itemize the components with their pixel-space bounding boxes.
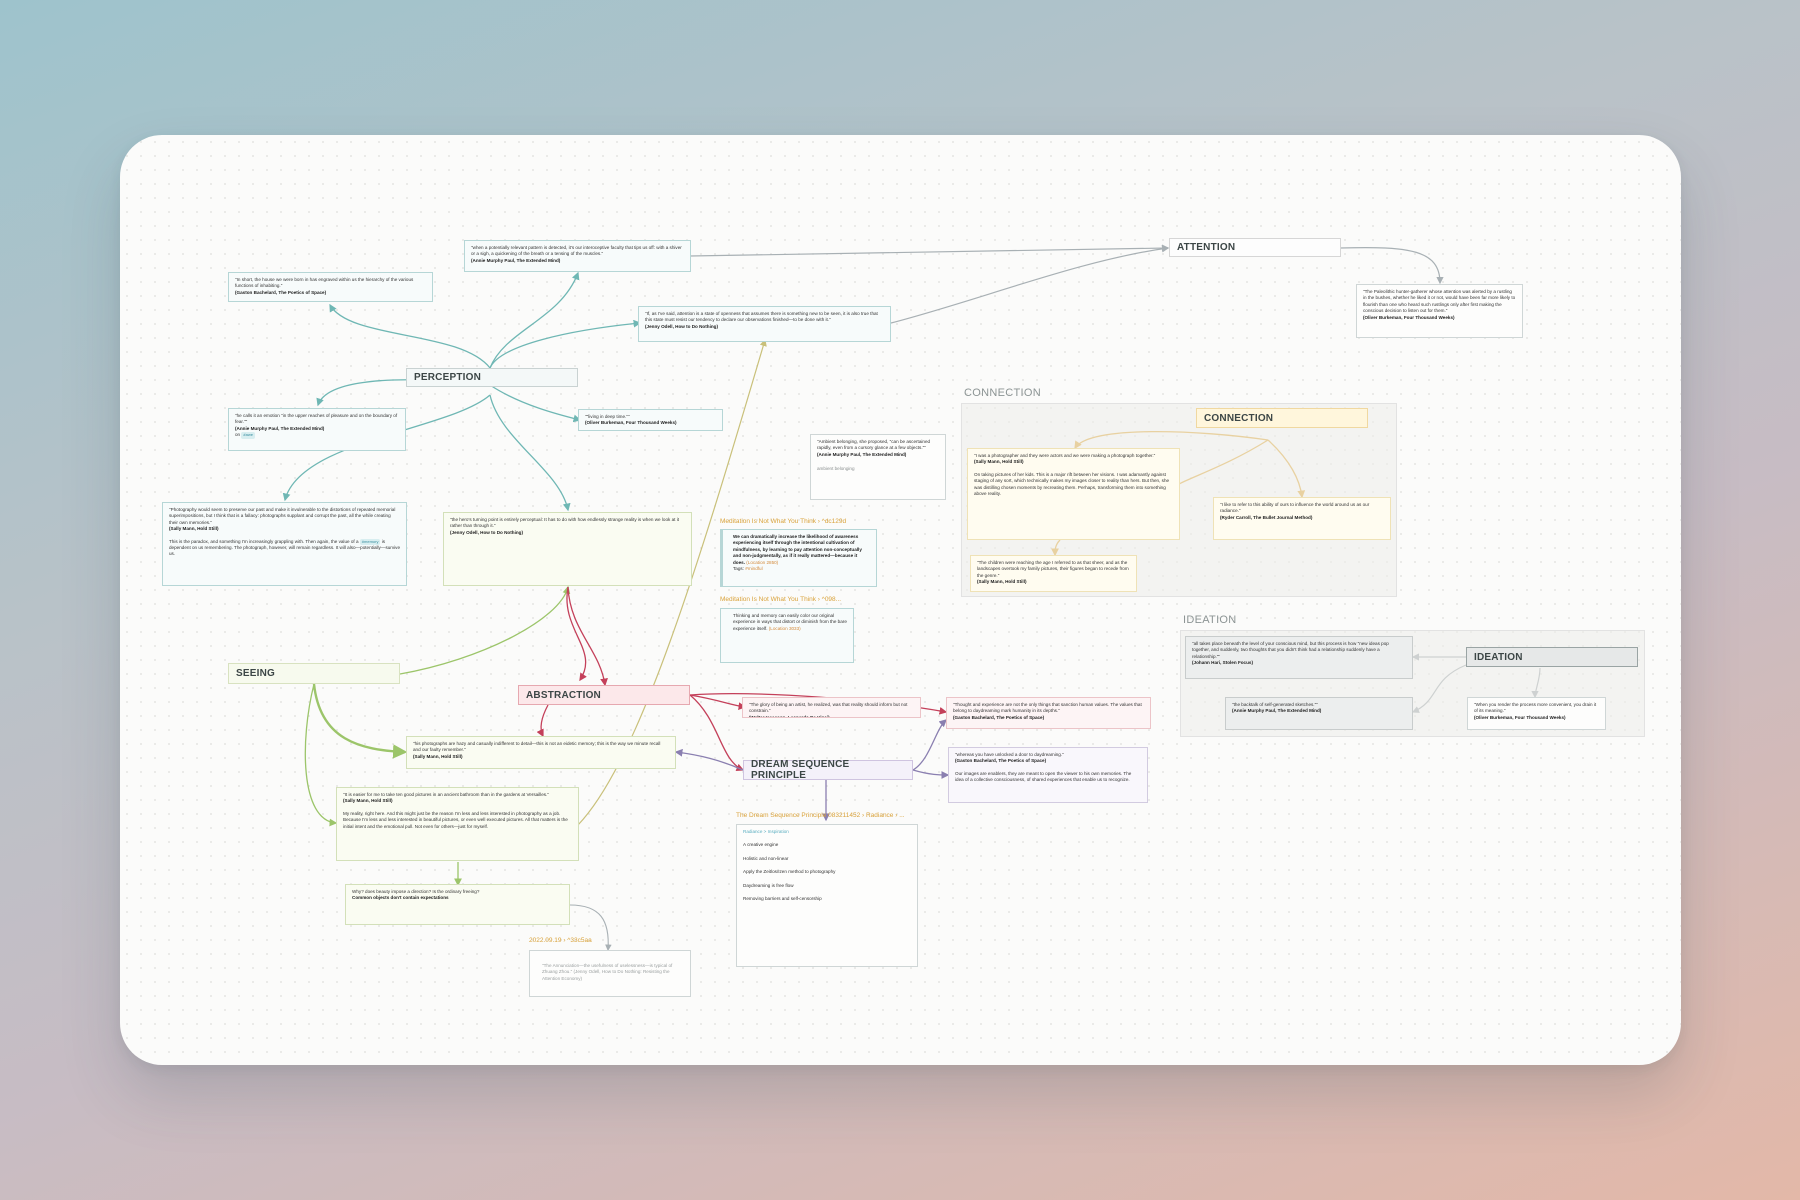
file-label-dream-sequence[interactable]: The Dream Sequence Principle 083211452 ›… (736, 812, 905, 819)
note-ambient-belonging[interactable]: "Ambient belonging, she proposed, "can b… (810, 434, 946, 500)
note-easier-pictures[interactable]: "It is easier for me to take ten good pi… (336, 787, 579, 861)
header-seeing[interactable]: SEEING (228, 663, 400, 684)
note-deep-time[interactable]: ""living in deep time."" (Oliver Burkema… (578, 409, 723, 431)
list-item: Removing barriers and self-censorship (743, 896, 822, 902)
note-meditation-thinking[interactable]: Thinking and memory can easily color our… (720, 608, 854, 663)
list-item: Apply the Zeitlos/Izen method to photogr… (743, 869, 836, 875)
header-connection[interactable]: CONNECTION (1196, 408, 1368, 428)
list-item: Daydreaming is free flow (743, 882, 794, 888)
note-photography-preserve[interactable]: "Photography would seem to preserve our … (162, 502, 407, 586)
file-label-meditation-2[interactable]: Meditation Is Not What You Think › ^098.… (720, 596, 841, 603)
note-render-process[interactable]: "When you render the process more conven… (1467, 697, 1606, 730)
group-label-connection: CONNECTION (964, 387, 1041, 399)
note-paleolithic[interactable]: "The Paleolithic hunter-gatherer whose a… (1356, 284, 1523, 338)
note-bachelard-house[interactable]: "In short, the house we were born in has… (228, 272, 433, 302)
note-odell-openness[interactable]: "If, as I've said, attention is a state … (638, 306, 891, 342)
header-attention[interactable]: ATTENTION (1169, 238, 1341, 257)
note-meditation-dramatically[interactable]: We can dramatically increase the likelih… (720, 529, 877, 587)
note-radiance-influence[interactable]: "I like to refer to this ability of ours… (1213, 497, 1391, 540)
file-label-meditation-1[interactable]: Meditation Is Not What You Think › ^dc12… (720, 518, 846, 525)
header-ideation[interactable]: IDEATION (1466, 647, 1638, 667)
note-thought-experience[interactable]: "Thought and experience are not the only… (946, 697, 1151, 729)
group-label-ideation: IDEATION (1183, 614, 1237, 626)
tag-awe[interactable]: #awe (241, 432, 255, 439)
file-label-date-note[interactable]: 2022.09.19 › ^33c5aa (529, 937, 592, 944)
note-photographer-actors[interactable]: "I was a photographer and they were acto… (967, 448, 1180, 540)
header-abstraction[interactable]: ABSTRACTION (518, 685, 690, 705)
note-hero-turning-point[interactable]: "the hero's turning point is entirely pe… (443, 512, 692, 586)
note-backtalk-sketches[interactable]: "the backtalk of self-generated sketches… (1225, 697, 1413, 730)
note-beauty-direction[interactable]: Why? does beauty impose a direction? Is … (345, 884, 570, 925)
note-glory-artist[interactable]: "The glory of being an artist, he realiz… (742, 697, 921, 718)
header-perception[interactable]: PERCEPTION (406, 368, 578, 387)
note-whereas-daydreaming[interactable]: "whereas you have unlocked a door to day… (948, 747, 1148, 803)
note-emotion[interactable]: "he calls it an emotion "in the upper re… (228, 408, 406, 451)
list-item: A creative engine (743, 842, 779, 848)
note-takes-place[interactable]: "all takes place beneath the level of yo… (1185, 636, 1413, 679)
header-dream-sequence[interactable]: DREAM SEQUENCE PRINCIPLE (743, 759, 913, 781)
note-hazy-photographs[interactable]: "his photographs are hazy and casually i… (406, 736, 676, 769)
list-item: Holistic and non-linear (743, 855, 789, 861)
note-annunciation[interactable]: "The Annunciation—the usefulness of usel… (529, 950, 691, 997)
note-children-landscapes[interactable]: "The children were reaching the age I re… (970, 555, 1137, 592)
note-dream-sequence-list[interactable]: Radiance > Inspiration A creative engine… (736, 824, 918, 967)
note-anne-detected[interactable]: "when a potentially relevant pattern is … (464, 240, 691, 272)
